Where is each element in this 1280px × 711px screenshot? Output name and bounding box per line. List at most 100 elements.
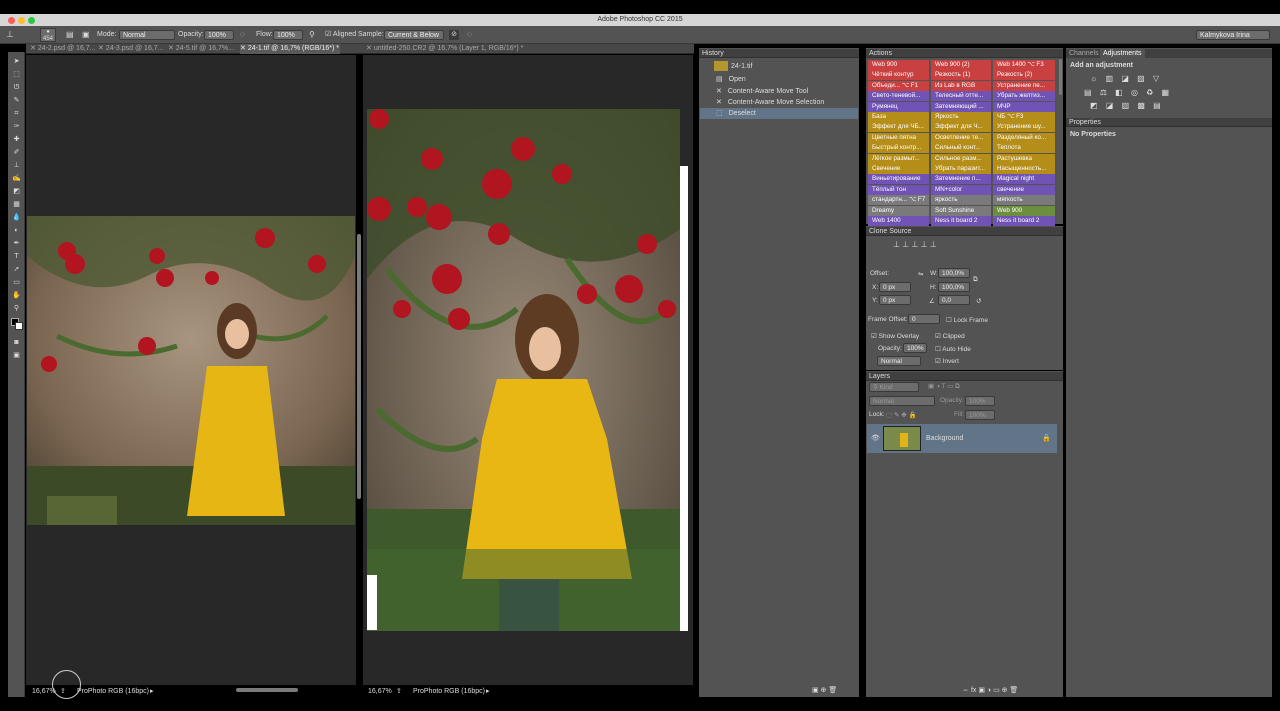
airbrush-icon[interactable]: ⚲ [309, 30, 315, 40]
layer-filter-select[interactable]: ⚲ Kind [869, 382, 919, 392]
action-button[interactable]: Убрать желтиз... [993, 91, 1055, 102]
toggle-brush-panel-icon[interactable]: ▤ [66, 30, 74, 40]
y-input[interactable]: 0 px [879, 295, 911, 305]
left-horizontal-scrollbar[interactable] [236, 688, 298, 692]
action-button[interactable]: ЧБ ⌥ F3 [993, 112, 1055, 122]
action-button[interactable]: Яркость [931, 112, 991, 122]
layer-filter-icons[interactable]: ▣ ◑ T ▭ ⧉ [928, 382, 960, 391]
path-selection-tool-icon[interactable]: ➚ [11, 264, 22, 275]
history-item-open[interactable]: ▤ Open [700, 74, 858, 85]
doc-tab-1[interactable]: ✕ 24-2.psd @ 16,7... [30, 44, 96, 54]
quick-selection-tool-icon[interactable]: ✎ [11, 95, 22, 106]
action-button[interactable]: Резкость (2) [993, 70, 1055, 81]
close-window-button[interactable] [8, 17, 15, 24]
action-button[interactable]: Web 900 [993, 205, 1055, 216]
action-button[interactable]: Затемнение п... [931, 174, 991, 185]
action-button[interactable]: Web 1400 [868, 216, 929, 226]
action-button[interactable]: Dreamy [868, 205, 929, 216]
eye-icon[interactable]: 👁 [871, 434, 880, 442]
action-button[interactable]: Цветные пятна [868, 132, 929, 143]
action-button[interactable]: MN+color [931, 184, 991, 195]
action-button[interactable]: Чёткий контур [868, 70, 929, 81]
action-button[interactable]: мягкость [993, 195, 1055, 206]
action-button[interactable]: Затемняющий ... [931, 101, 991, 112]
doc2-tab[interactable]: ✕ untitled-250.CR2 @ 16,7% (Layer 1, RGB… [366, 44, 536, 54]
action-button[interactable]: Теплота [993, 143, 1055, 154]
properties-title[interactable]: Properties [1066, 118, 1272, 127]
action-button[interactable]: Ness it board 2 [931, 216, 991, 226]
action-button[interactable]: Устранение шу... [993, 122, 1055, 133]
clone-source-buttons[interactable]: ⊥ ⊥ ⊥ ⊥ ⊥ [893, 240, 937, 249]
doc-tab-3[interactable]: ✕ 24-5.tif @ 16,7%... [168, 44, 238, 54]
layer-blend-select[interactable]: Normal [869, 396, 935, 406]
action-button[interactable]: Румянец [868, 101, 929, 112]
clipped-checkbox[interactable]: ☑ Clipped [935, 332, 965, 340]
action-button[interactable]: Насыщенность... [993, 164, 1055, 174]
layers-panel-title[interactable]: Layers [866, 372, 1063, 381]
history-footer-icons[interactable]: ▣ ⊕ 🗑 [812, 686, 837, 696]
zoom-window-button[interactable] [28, 17, 35, 24]
pressure-size-icon[interactable]: ◌ [467, 30, 472, 40]
opacity-input[interactable]: 100% [204, 30, 234, 40]
action-button[interactable]: Осветление те... [931, 132, 991, 143]
action-button[interactable]: Свето-теневой... [868, 91, 929, 102]
blur-tool-icon[interactable]: 💧 [11, 212, 22, 223]
fill-input[interactable]: 100% [965, 410, 995, 420]
auto-hide-checkbox[interactable]: ☐ Auto Hide [935, 345, 971, 353]
sample-select[interactable]: Current & Below [384, 30, 444, 40]
action-button[interactable]: База [868, 112, 929, 122]
action-button[interactable]: Из Lab в RGB [931, 80, 991, 91]
actions-panel-title[interactable]: Actions [866, 49, 1063, 58]
aligned-checkbox[interactable]: ☑ Aligned [325, 30, 356, 40]
move-tool-icon[interactable]: ➤ [11, 56, 22, 67]
minimize-window-button[interactable] [18, 17, 25, 24]
lock-frame-checkbox[interactable]: ☐ Lock Frame [946, 316, 988, 324]
show-overlay-checkbox[interactable]: ☑ Show Overlay [871, 332, 919, 340]
clone-stamp-tool-icon[interactable]: ⊥ [6, 29, 14, 39]
action-button[interactable]: Быстрый контр... [868, 143, 929, 154]
marquee-tool-icon[interactable]: ⬚ [11, 69, 22, 80]
invert-checkbox[interactable]: ☑ Invert [935, 357, 959, 365]
h-input[interactable]: 100,0% [938, 282, 970, 292]
crop-tool-icon[interactable]: ⌗ [11, 108, 22, 119]
clone-stamp-tool-icon[interactable]: ⊥ [11, 160, 22, 171]
brush-preset-picker[interactable]: ● 454 [40, 28, 56, 42]
dodge-tool-icon[interactable]: ◐ [11, 225, 22, 236]
clone-source-title[interactable]: Clone Source [866, 227, 1063, 236]
healing-brush-tool-icon[interactable]: ✚ [11, 134, 22, 145]
history-panel-title[interactable]: History [699, 49, 859, 58]
zoom-tool-icon[interactable]: ⚲ [11, 303, 22, 314]
layer-name[interactable]: Background [926, 435, 963, 442]
gradient-tool-icon[interactable]: ▦ [11, 199, 22, 210]
pressure-opacity-icon[interactable]: ◌ [240, 30, 245, 40]
angle-input[interactable]: 0,0 [938, 295, 970, 305]
action-button[interactable]: МЧР [993, 101, 1055, 112]
layer-opacity-input[interactable]: 100% [965, 396, 995, 406]
adjustment-icons-row2[interactable]: ▤ ⚖ ◧ ◎ ♻ ▦ [1084, 88, 1172, 97]
action-button[interactable]: Web 900 [868, 60, 929, 70]
overlay-opacity-input[interactable]: 100% [903, 343, 927, 353]
hand-tool-icon[interactable]: ✋ [11, 290, 22, 301]
type-tool-icon[interactable]: T [11, 251, 22, 262]
history-item-deselect[interactable]: ⬚ Deselect [700, 108, 858, 119]
right-zoom-level[interactable]: 16,67% [368, 687, 392, 697]
action-button[interactable]: Magical night [993, 174, 1055, 185]
flow-input[interactable]: 100% [273, 30, 303, 40]
pen-tool-icon[interactable]: ✒ [11, 238, 22, 249]
history-item-move-selection[interactable]: ✕ Content-Aware Move Selection [700, 97, 858, 108]
channels-tab[interactable]: Channels [1069, 50, 1099, 57]
action-button[interactable]: Телесный отте... [931, 91, 991, 102]
eyedropper-tool-icon[interactable]: ✑ [11, 121, 22, 132]
frame-offset-input[interactable]: 0 [908, 314, 940, 324]
overlay-blend-select[interactable]: Normal [877, 356, 921, 366]
share-icon[interactable]: ⇪ [396, 687, 402, 697]
w-input[interactable]: 100,0% [938, 268, 970, 278]
left-status-arrow-icon[interactable]: ▸ [150, 687, 154, 697]
doc-tab-2[interactable]: ✕ 24-3.psd @ 16,7... [98, 44, 166, 54]
screen-mode-icon[interactable]: ▣ [11, 350, 22, 361]
clone-source-panel-icon[interactable]: ▣ [82, 30, 90, 40]
layers-footer-icons[interactable]: ⇔ fx ▣ ◑ ▭ ⊕ 🗑 [962, 686, 1018, 696]
action-button[interactable]: Лёгкое размыт... [868, 153, 929, 164]
quick-mask-icon[interactable]: ◙ [11, 337, 22, 348]
color-swatches-icon[interactable] [11, 318, 23, 330]
